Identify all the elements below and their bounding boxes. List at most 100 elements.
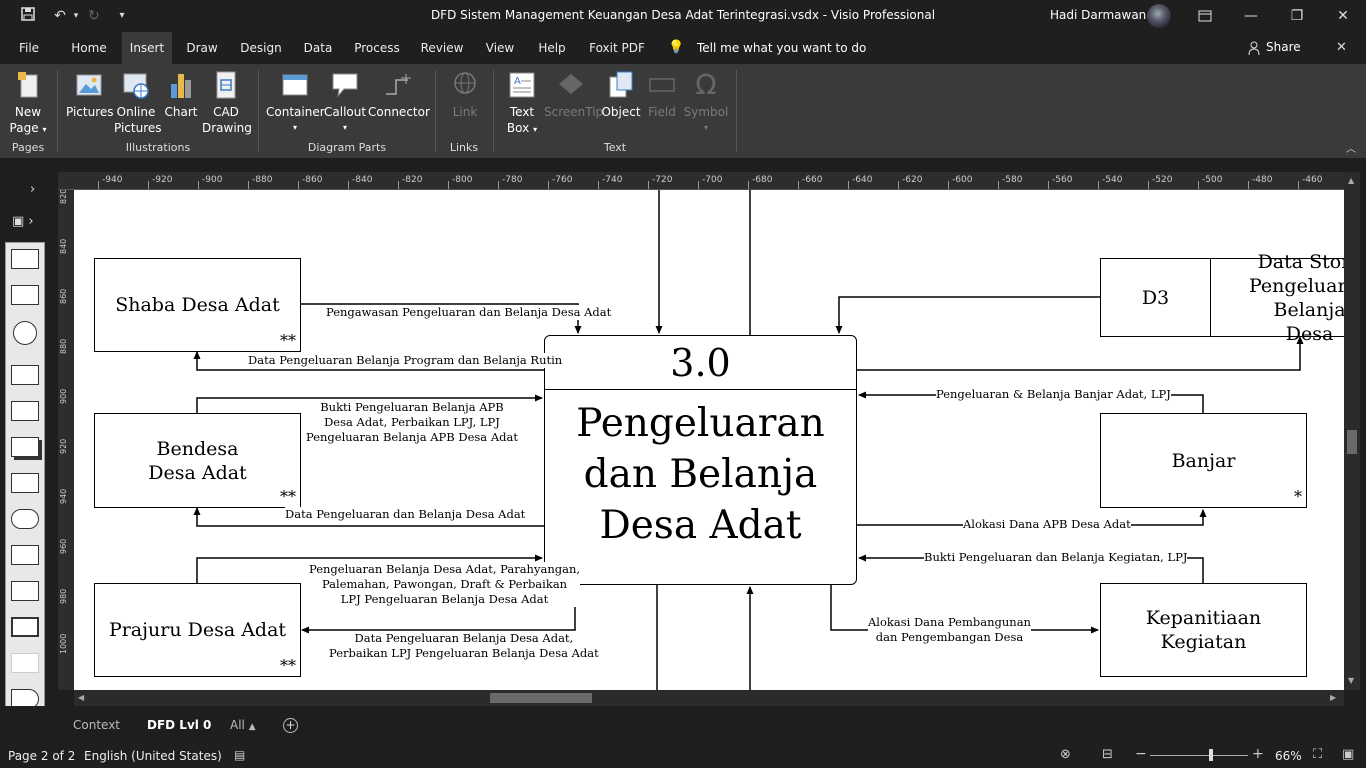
add-page-icon[interactable]: +: [283, 718, 298, 733]
card-shape-icon[interactable]: [11, 365, 39, 385]
zoom-in-icon[interactable]: +: [1252, 746, 1264, 762]
page-number[interactable]: Page 2 of 2: [8, 749, 75, 763]
scroll-right-icon[interactable]: ▶: [1330, 693, 1336, 702]
ruler-tick-label: -860: [302, 175, 323, 185]
process-shape-icon[interactable]: [11, 401, 39, 421]
container-button[interactable]: Container ▾: [266, 70, 325, 136]
macro-record-icon[interactable]: ▤: [234, 748, 245, 762]
link-globe-icon: [450, 70, 480, 100]
page-tab-dfd-lvl-0[interactable]: DFD Lvl 0: [147, 718, 211, 732]
language[interactable]: English (United States): [84, 749, 222, 763]
tab-design[interactable]: Design: [234, 32, 288, 64]
rectangle-shape-icon[interactable]: [11, 249, 39, 269]
tell-me-search[interactable]: Tell me what you want to do: [697, 41, 866, 55]
zoom-slider-thumb[interactable]: [1209, 749, 1213, 761]
flow-datastore-in[interactable]: [835, 296, 1100, 334]
blank-shape-icon[interactable]: [11, 653, 39, 673]
horizontal-scroll-thumb[interactable]: [490, 693, 592, 703]
zoom-level[interactable]: 66%: [1275, 749, 1302, 763]
tab-view[interactable]: View: [478, 32, 522, 64]
ruler-tick-mark: [448, 181, 449, 189]
close-icon[interactable]: ✕: [1320, 0, 1366, 32]
ruler-tick-label: -540: [1102, 175, 1123, 185]
connector-button[interactable]: Connector: [368, 70, 430, 120]
ruler-tick-mark: [298, 181, 299, 189]
callout-button[interactable]: Callout ▾: [324, 70, 366, 136]
vertical-scroll-thumb[interactable]: [1347, 430, 1357, 454]
flow-datastore-out[interactable]: [857, 336, 1304, 371]
bold-box-shape-icon[interactable]: [11, 617, 39, 637]
status-bar: Page 2 of 2 English (United States) ▤ ⊗ …: [0, 744, 1366, 768]
shadow-box-shape-icon[interactable]: [11, 437, 39, 457]
presentation-mode-icon[interactable]: ⊟: [1102, 747, 1113, 762]
more-shapes-icon[interactable]: ▣ ›: [12, 214, 34, 229]
entity-banjar[interactable]: Banjar *: [1100, 413, 1307, 508]
tab-data[interactable]: Data: [298, 32, 338, 64]
avatar[interactable]: [1147, 4, 1171, 28]
accessibility-icon[interactable]: ⊗: [1060, 747, 1071, 762]
collapse-ribbon-icon[interactable]: ︿: [1346, 140, 1356, 155]
minimize-icon[interactable]: —: [1228, 0, 1274, 32]
ribbon-display-options-icon[interactable]: [1182, 0, 1228, 32]
circle-shape-icon[interactable]: [13, 321, 37, 345]
callout-shape-icon[interactable]: [11, 473, 39, 493]
process-3-0[interactable]: 3.0 Pengeluaran dan Belanja Desa Adat: [544, 335, 857, 585]
chart-button[interactable]: Chart: [162, 70, 200, 120]
tab-file[interactable]: File: [10, 32, 48, 64]
field-button[interactable]: Field: [644, 70, 680, 120]
cad-drawing-button[interactable]: CAD Drawing: [202, 70, 252, 136]
expand-shapes-icon[interactable]: ›: [30, 182, 35, 197]
switch-windows-icon[interactable]: ▣: [1342, 747, 1354, 762]
close-ribbon-icon[interactable]: ✕: [1336, 40, 1347, 55]
horizontal-scrollbar[interactable]: ◀ ▶: [74, 690, 1344, 706]
symbol-button[interactable]: Ω Symbol ▾: [682, 70, 730, 136]
fit-page-icon[interactable]: ⛶: [1313, 747, 1322, 762]
document-shape-icon[interactable]: [11, 285, 39, 305]
pictures-button[interactable]: Pictures: [66, 70, 114, 120]
ruler-tick-mark: [1148, 181, 1149, 189]
vertical-scrollbar[interactable]: ▲ ▼: [1344, 172, 1360, 690]
all-pages-button[interactable]: All ▲: [230, 718, 256, 732]
entity-shaba-desa-adat[interactable]: Shaba Desa Adat **: [94, 258, 301, 352]
group-links-label: Links: [449, 141, 479, 154]
restore-icon[interactable]: ❐: [1274, 0, 1320, 32]
entity-kepanitiaan-kegiatan[interactable]: Kepanitiaan Kegiatan: [1100, 583, 1307, 677]
tab-review[interactable]: Review: [416, 32, 468, 64]
ruler-tick-label: -560: [1052, 175, 1073, 185]
entity-bendesa-desa-adat[interactable]: Bendesa Desa Adat **: [94, 413, 301, 508]
zoom-slider-track[interactable]: [1150, 755, 1248, 756]
tab-foxit-pdf[interactable]: Foxit PDF: [582, 32, 652, 64]
flow-label: Data Pengeluaran Belanja Program dan Bel…: [248, 353, 563, 368]
datastore-id-cell[interactable]: D3: [1100, 258, 1211, 337]
tab-draw[interactable]: Draw: [180, 32, 224, 64]
text-box-button[interactable]: A Text Box ▾: [502, 70, 542, 138]
title-bar: ↶ ▾ ↻ ▾ DFD Sistem Management Keuangan D…: [0, 0, 1366, 32]
ruler-tick-label: -480: [1252, 175, 1273, 185]
scroll-up-icon[interactable]: ▲: [1348, 176, 1354, 185]
page-tab-context[interactable]: Context: [73, 718, 120, 732]
tab-insert[interactable]: Insert: [122, 32, 172, 64]
link-button[interactable]: Link: [444, 70, 486, 120]
object-button[interactable]: Object: [600, 70, 642, 120]
entity-prajuru-desa-adat[interactable]: Prajuru Desa Adat **: [94, 583, 301, 677]
scroll-left-icon[interactable]: ◀: [78, 693, 84, 702]
ruler-tick-label: 920: [59, 438, 68, 454]
connector-icon: [382, 70, 412, 100]
list-shape-icon[interactable]: [11, 545, 39, 565]
share-button[interactable]: Share: [1266, 40, 1301, 54]
tab-home[interactable]: Home: [64, 32, 114, 64]
table-shape-icon[interactable]: [11, 581, 39, 601]
user-name[interactable]: Hadi Darmawan: [1050, 8, 1146, 22]
online-pictures-button[interactable]: Online Pictures: [114, 70, 162, 136]
drawing-canvas[interactable]: Shaba Desa Adat ** Bendesa Desa Adat ** P…: [74, 190, 1344, 690]
rounded-shape-icon[interactable]: [11, 509, 39, 529]
tab-process[interactable]: Process: [348, 32, 406, 64]
flow-label: Alokasi Dana Pembangunan dan Pengembanga…: [868, 615, 1031, 645]
tab-help[interactable]: Help: [532, 32, 572, 64]
new-page-button[interactable]: New Page ▾: [6, 70, 50, 138]
datastore-name-cell[interactable]: Data StorePengeluaranBelanja Desa: [1210, 251, 1344, 345]
ruler-tick-label: -580: [1002, 175, 1023, 185]
scroll-down-icon[interactable]: ▼: [1348, 676, 1354, 685]
screentip-button[interactable]: ScreenTip: [544, 70, 603, 120]
zoom-out-icon[interactable]: −: [1135, 746, 1147, 762]
